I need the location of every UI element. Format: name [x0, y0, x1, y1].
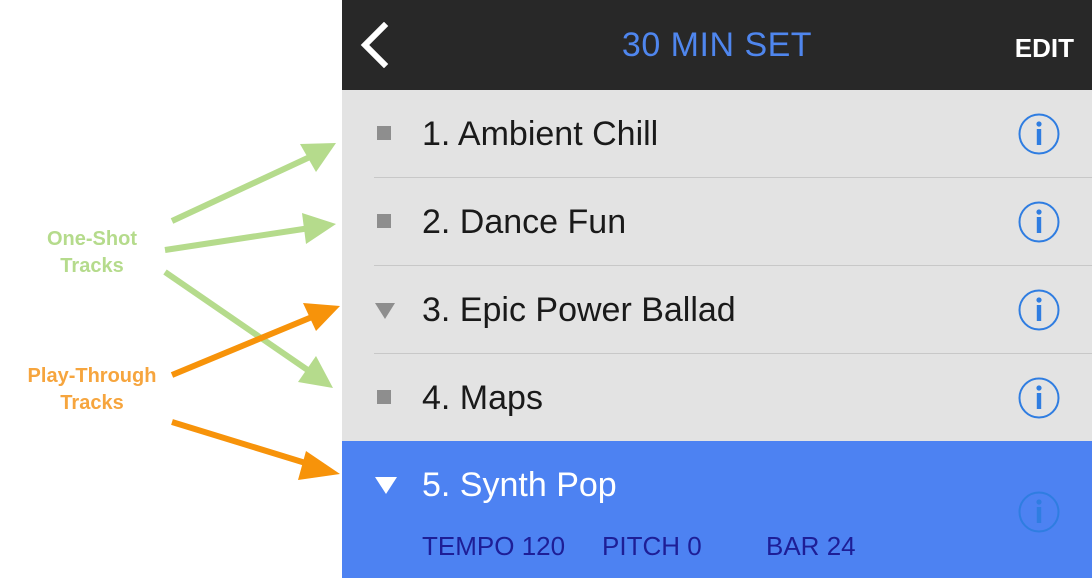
info-icon[interactable]: [1018, 201, 1060, 243]
page-title: 30 MIN SET: [621, 26, 813, 64]
square-icon: [377, 126, 391, 140]
top-bar: 30 MIN SET EDIT: [342, 0, 1092, 90]
edit-button[interactable]: EDIT: [1015, 0, 1074, 96]
square-icon: [377, 214, 391, 228]
setlist-screen: 30 MIN SET EDIT 1. Ambient Chill 2. Danc…: [342, 0, 1092, 578]
track-row[interactable]: 3. Epic Power Ballad: [342, 266, 1092, 354]
track-name: 3. Epic Power Ballad: [422, 291, 736, 329]
info-icon[interactable]: [1018, 289, 1060, 331]
play-through-label-line2: Tracks: [60, 392, 124, 414]
track-row[interactable]: 1. Ambient Chill: [342, 90, 1092, 178]
triangle-down-icon: [375, 477, 397, 494]
pitch-param[interactable]: PITCH 0: [602, 531, 702, 561]
track-row-selected[interactable]: 5. Synth Pop TEMPO 120 PITCH 0 BAR 24: [342, 441, 1092, 578]
annotation-panel: One-Shot Tracks Play-Through Tracks: [0, 0, 342, 578]
one-shot-label-line2: Tracks: [60, 255, 124, 277]
track-name: 2. Dance Fun: [422, 203, 627, 241]
info-icon[interactable]: [1018, 377, 1060, 419]
pitch-label: PITCH: [602, 531, 680, 561]
info-icon[interactable]: [1018, 491, 1060, 533]
play-through-label: Play-Through Tracks: [2, 363, 182, 417]
track-name: 1. Ambient Chill: [422, 115, 659, 153]
pitch-value: 0: [687, 531, 702, 561]
annotation-arrows: [163, 143, 340, 480]
one-shot-arrows: [163, 143, 336, 388]
tempo-value: 120: [521, 531, 566, 561]
track-name: 5. Synth Pop: [422, 466, 617, 504]
tempo-label: TEMPO: [422, 531, 515, 561]
play-through-arrows: [170, 303, 340, 480]
track-row[interactable]: 4. Maps: [342, 354, 1092, 442]
square-icon: [377, 390, 391, 404]
tempo-param[interactable]: TEMPO 120: [422, 531, 565, 561]
one-shot-label: One-Shot Tracks: [2, 226, 182, 280]
info-icon[interactable]: [1018, 113, 1060, 155]
bar-label: BAR: [766, 531, 820, 561]
bar-param[interactable]: BAR 24: [766, 531, 856, 561]
track-row[interactable]: 2. Dance Fun: [342, 178, 1092, 266]
triangle-down-icon: [375, 303, 395, 319]
play-through-label-line1: Play-Through: [27, 365, 157, 387]
one-shot-label-line1: One-Shot: [47, 228, 137, 250]
bar-value: 24: [826, 531, 856, 561]
track-name: 4. Maps: [422, 379, 543, 417]
